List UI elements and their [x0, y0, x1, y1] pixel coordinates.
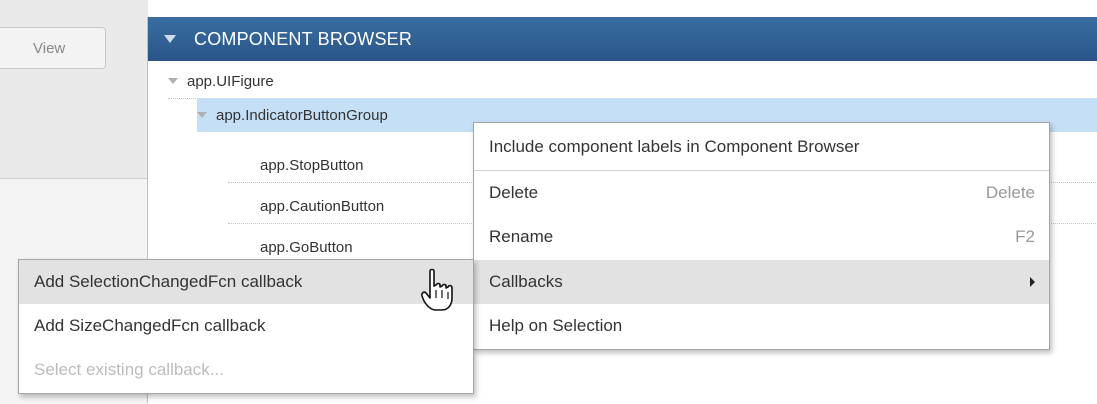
menu-item-label: Add SelectionChangedFcn callback: [34, 272, 303, 291]
component-browser-header[interactable]: COMPONENT BROWSER: [148, 17, 1097, 61]
menu-item-label: Include component labels in Component Br…: [489, 137, 860, 156]
menu-item-delete[interactable]: Delete Delete: [474, 171, 1049, 215]
callbacks-submenu: Add SelectionChangedFcn callback Add Siz…: [18, 259, 474, 394]
submenu-item-add-size-changed[interactable]: Add SizeChangedFcn callback: [19, 304, 473, 348]
tree-node-label: app.IndicatorButtonGroup: [216, 106, 388, 124]
expand-caret-icon[interactable]: [197, 112, 207, 118]
menu-item-shortcut: F2: [1015, 227, 1035, 246]
menu-item-label: Callbacks: [489, 272, 563, 291]
menu-item-rename[interactable]: Rename F2: [474, 215, 1049, 259]
submenu-item-select-existing: Select existing callback...: [19, 348, 473, 392]
hand-cursor-icon: [421, 268, 453, 311]
menu-item-label: Delete: [489, 183, 539, 202]
menu-item-callbacks[interactable]: Callbacks: [474, 260, 1049, 304]
tree-node-uifigure[interactable]: app.UIFigure: [168, 64, 1097, 99]
view-button[interactable]: View: [0, 27, 106, 69]
component-browser-title: COMPONENT BROWSER: [194, 28, 413, 49]
expand-caret-icon[interactable]: [168, 78, 178, 84]
submenu-item-add-selection-changed[interactable]: Add SelectionChangedFcn callback: [19, 260, 473, 304]
menu-item-label: Help on Selection: [489, 316, 623, 335]
menu-item-help-on-selection[interactable]: Help on Selection: [474, 304, 1049, 348]
context-menu: Include component labels in Component Br…: [473, 122, 1050, 350]
menu-item-label: Add SizeChangedFcn callback: [34, 316, 266, 335]
tree-node-label: app.CautionButton: [260, 197, 385, 215]
menu-item-label: Rename: [489, 227, 554, 246]
tree-node-label: app.GoButton: [260, 238, 353, 256]
menu-item-include-labels[interactable]: Include component labels in Component Br…: [474, 125, 1049, 169]
submenu-arrow-icon: [1030, 277, 1035, 287]
collapse-triangle-icon[interactable]: [164, 35, 176, 43]
menu-item-shortcut: Delete: [985, 183, 1035, 202]
menu-item-label: Select existing callback...: [34, 360, 224, 379]
tree-node-label: app.UIFigure: [187, 72, 274, 90]
tree-node-label: app.StopButton: [260, 156, 364, 174]
